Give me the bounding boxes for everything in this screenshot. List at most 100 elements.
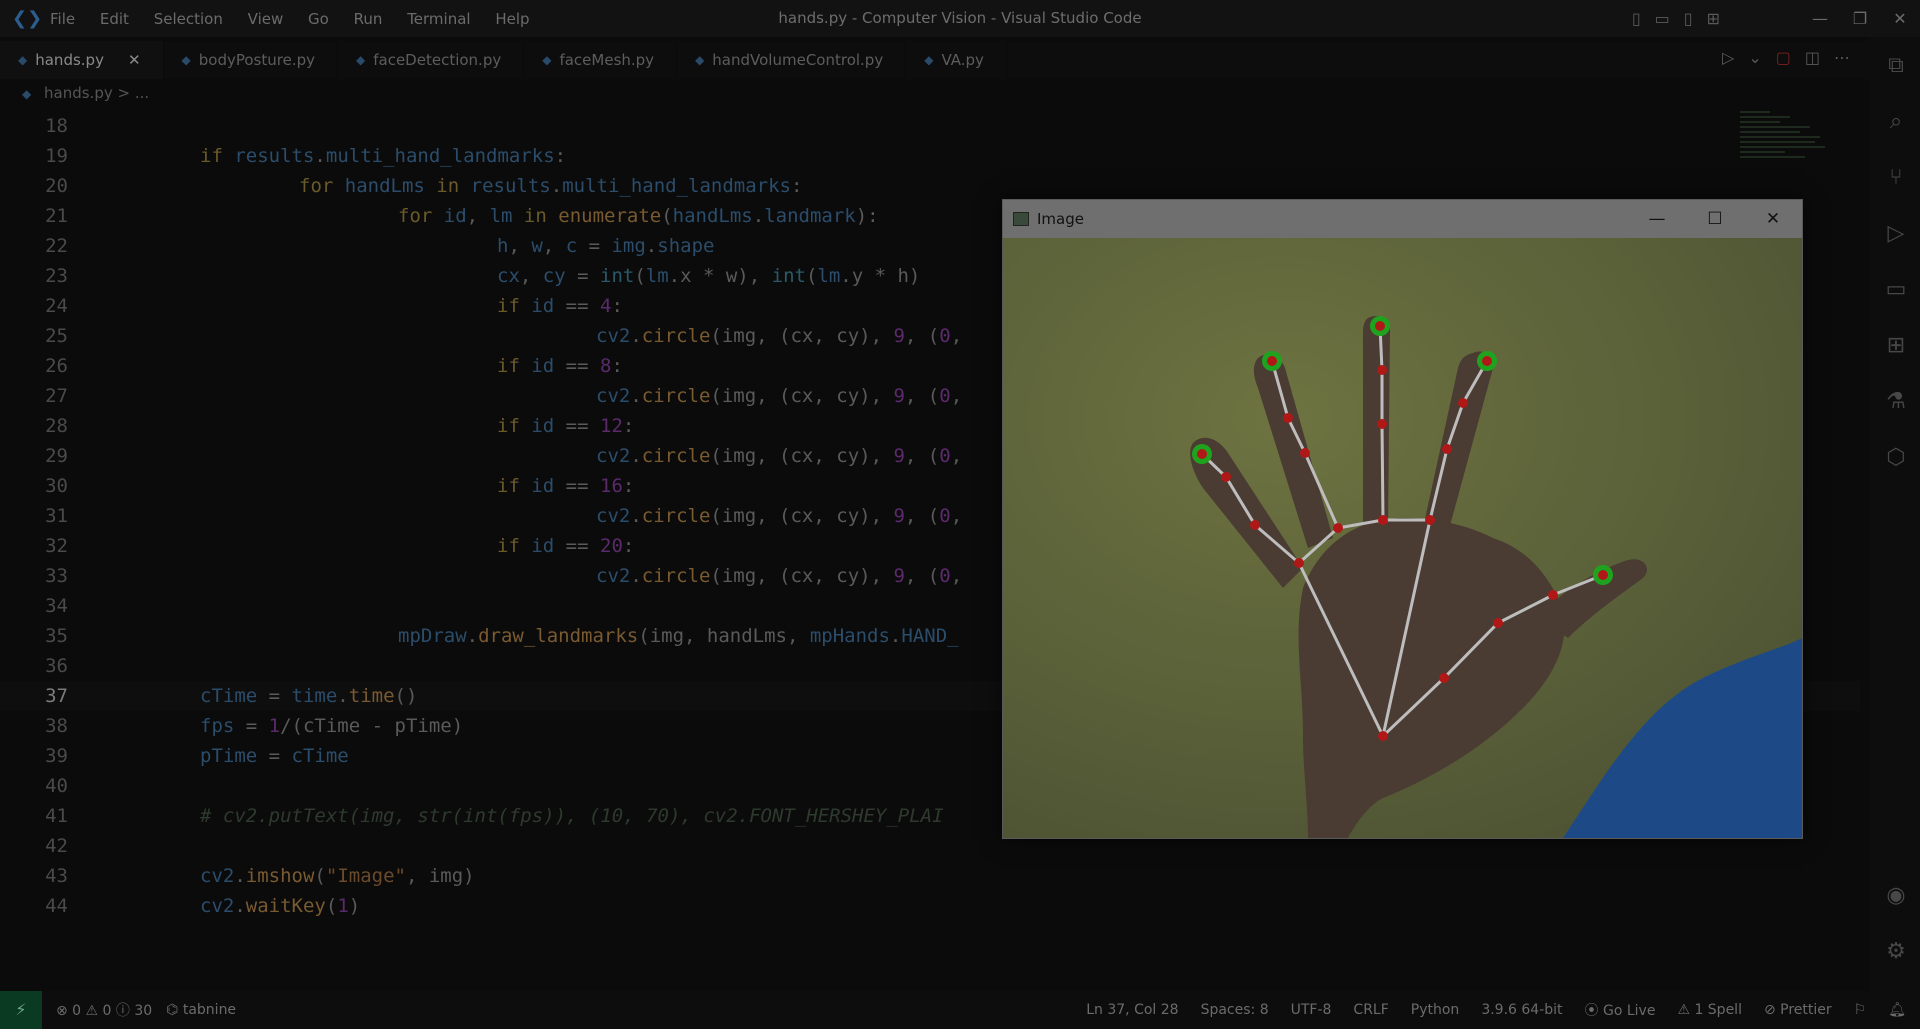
- status-bar: ⚡ ⊗ 0 ⚠ 0 ⓘ 30 ⌬ tabnine Ln 37, Col 28 S…: [0, 991, 1920, 1029]
- image-maximize-icon[interactable]: ☐: [1686, 200, 1744, 238]
- code-line[interactable]: 20 for handLms in results.multi_hand_land…: [0, 171, 1860, 201]
- go-live-button[interactable]: ⦿ Go Live: [1585, 1000, 1656, 1020]
- toggle-panel-icon[interactable]: ▭: [1655, 9, 1670, 28]
- menu-edit[interactable]: Edit: [100, 10, 129, 28]
- tab-facemesh-py[interactable]: ◆ faceMesh.py: [524, 41, 678, 79]
- image-minimize-icon[interactable]: —: [1628, 200, 1686, 238]
- editor-actions: ▷ ⌄ ▢ ◫ ⋯: [1722, 48, 1850, 67]
- breadcrumb-file[interactable]: hands.py: [44, 84, 113, 102]
- code-line[interactable]: 18: [0, 111, 1860, 141]
- run-debug-icon[interactable]: ▷: [1883, 221, 1909, 247]
- problems-status[interactable]: ⊗ 0 ⚠ 0 ⓘ 30: [56, 1000, 152, 1020]
- menu-help[interactable]: Help: [495, 10, 529, 28]
- toggle-sidebar-icon[interactable]: ▯: [1632, 9, 1641, 28]
- code-text: if id == 16:: [497, 475, 635, 497]
- landmark-17: [1439, 673, 1449, 683]
- testing-icon[interactable]: ⚗: [1883, 389, 1909, 415]
- image-close-icon[interactable]: ✕: [1744, 200, 1802, 238]
- line-number: 29: [45, 445, 68, 467]
- remote-indicator-icon[interactable]: ⚡: [0, 991, 42, 1029]
- opencv-image-window[interactable]: Image — ☐ ✕: [1002, 199, 1803, 839]
- language-mode[interactable]: Python: [1411, 1002, 1460, 1018]
- source-control-icon[interactable]: ⑂: [1883, 165, 1909, 191]
- tab-va-py[interactable]: ◆ VA.py: [906, 41, 1007, 79]
- landmark-3: [1221, 472, 1231, 482]
- menu-go[interactable]: Go: [308, 10, 329, 28]
- python-file-icon: ◆: [542, 53, 552, 67]
- menu-selection[interactable]: Selection: [154, 10, 223, 28]
- toggle-secondary-sidebar-icon[interactable]: ▯: [1684, 9, 1693, 28]
- vscode-logo-icon: ❮❯: [12, 7, 43, 29]
- hand-landmark-image: [1003, 238, 1802, 838]
- minimize-window-icon[interactable]: —: [1800, 9, 1840, 28]
- tab-bodyposture-py[interactable]: ◆ bodyPosture.py: [164, 41, 338, 79]
- close-tab-icon[interactable]: ✕: [128, 51, 141, 69]
- prettier-status[interactable]: ⊘ Prettier: [1764, 1002, 1832, 1018]
- settings-gear-icon[interactable]: ⚙: [1883, 939, 1909, 965]
- tab-facedetection-py[interactable]: ◆ faceDetection.py: [338, 41, 525, 79]
- run-dropdown-icon[interactable]: ⌄: [1748, 48, 1761, 67]
- line-number: 19: [45, 145, 68, 167]
- feedback-icon[interactable]: ⚐: [1854, 1002, 1867, 1018]
- tab-handvolumecontrol-py[interactable]: ◆ handVolumeControl.py: [677, 41, 907, 79]
- line-number: 44: [45, 895, 68, 917]
- menu-run[interactable]: Run: [354, 10, 383, 28]
- cursor-position[interactable]: Ln 37, Col 28: [1086, 1002, 1178, 1018]
- remote-explorer-icon[interactable]: ▭: [1883, 277, 1909, 303]
- landmark-20: [1598, 570, 1608, 580]
- menu-terminal[interactable]: Terminal: [407, 10, 470, 28]
- line-number: 37: [45, 685, 68, 707]
- landmark-11: [1377, 365, 1387, 375]
- tab-label: bodyPosture.py: [198, 51, 315, 69]
- landmark-18: [1493, 618, 1503, 628]
- extensions-icon[interactable]: ⊞: [1883, 333, 1909, 359]
- indentation-status[interactable]: Spaces: 8: [1201, 1002, 1269, 1018]
- interpreter-status[interactable]: 3.9.6 64-bit: [1481, 1002, 1562, 1018]
- tabnine-status[interactable]: ⌬ tabnine: [166, 1002, 236, 1018]
- menu-view[interactable]: View: [248, 10, 284, 28]
- eol-status[interactable]: CRLF: [1353, 1002, 1388, 1018]
- spell-status[interactable]: ⚠ 1 Spell: [1677, 1002, 1742, 1018]
- code-text: cx, cy = int(lm.x * w), int(lm.y * h): [497, 265, 921, 287]
- account-icon[interactable]: ◉: [1883, 883, 1909, 909]
- explorer-icon[interactable]: ⧉: [1883, 53, 1909, 79]
- code-text: cv2.circle(img, (cx, cy), 9, (0,: [596, 565, 963, 587]
- code-text: mpDraw.draw_landmarks(img, handLms, mpHa…: [398, 625, 959, 647]
- image-window-titlebar[interactable]: Image — ☐ ✕: [1003, 200, 1802, 238]
- code-text: h, w, c = img.shape: [497, 235, 715, 257]
- encoding-status[interactable]: UTF-8: [1291, 1002, 1332, 1018]
- line-number: 26: [45, 355, 68, 377]
- more-actions-icon[interactable]: ⋯: [1834, 48, 1850, 67]
- code-text: for id, lm in enumerate(handLms.landmark…: [398, 205, 879, 227]
- split-editor-icon[interactable]: ◫: [1805, 48, 1820, 67]
- landmark-6: [1300, 448, 1310, 458]
- landmark-1: [1294, 558, 1304, 568]
- code-text: cv2.waitKey(1): [200, 895, 361, 917]
- landmark-9: [1378, 515, 1388, 525]
- run-python-file-icon[interactable]: ▷: [1722, 48, 1734, 67]
- search-icon[interactable]: ⌕: [1883, 109, 1909, 135]
- stop-icon[interactable]: ▢: [1776, 48, 1791, 67]
- landmark-7: [1283, 413, 1293, 423]
- code-text: if id == 20:: [497, 535, 635, 557]
- line-number: 43: [45, 865, 68, 887]
- customize-layout-icon[interactable]: ⊞: [1707, 9, 1720, 28]
- menu-file[interactable]: File: [50, 10, 75, 28]
- restore-window-icon[interactable]: ❐: [1840, 9, 1880, 28]
- line-number: 21: [45, 205, 68, 227]
- close-window-icon[interactable]: ✕: [1880, 9, 1920, 28]
- tab-hands-py[interactable]: ◆ hands.py ✕: [0, 41, 164, 79]
- code-line[interactable]: 43 cv2.imshow("Image", img): [0, 861, 1860, 891]
- line-number: 40: [45, 775, 68, 797]
- docker-icon[interactable]: ⬡: [1883, 445, 1909, 471]
- image-window-icon: [1013, 212, 1029, 226]
- landmark-4: [1197, 449, 1207, 459]
- line-number: 39: [45, 745, 68, 767]
- landmark-14: [1442, 444, 1452, 454]
- webcam-frame: [1003, 238, 1802, 838]
- code-line[interactable]: 19 if results.multi_hand_landmarks:: [0, 141, 1860, 171]
- code-line[interactable]: 44 cv2.waitKey(1): [0, 891, 1860, 921]
- line-number: 34: [45, 595, 68, 617]
- notifications-bell-icon[interactable]: 🔔︎: [1888, 1002, 1906, 1018]
- line-number: 31: [45, 505, 68, 527]
